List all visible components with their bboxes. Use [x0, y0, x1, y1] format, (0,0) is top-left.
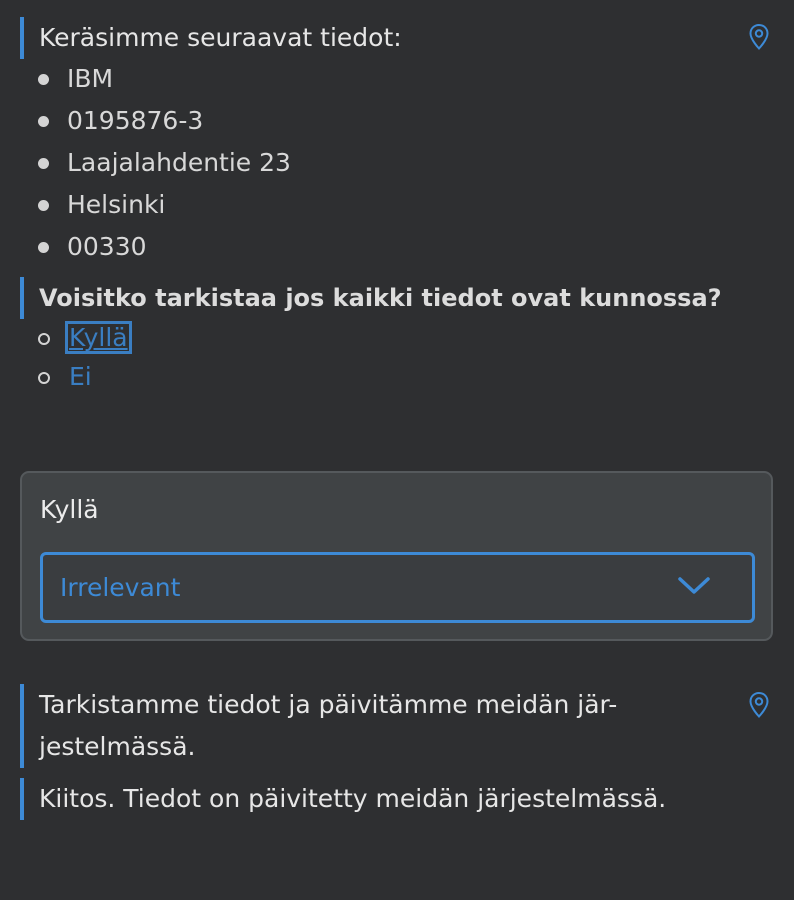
list-item: Helsinki: [36, 184, 291, 226]
list-item: Laajalahdentie 23: [36, 142, 291, 184]
collected-info-list: IBM 0195876-3 Laajalahdentie 23 Helsinki…: [36, 58, 291, 268]
bullet-icon: [38, 242, 49, 253]
option-yes-link[interactable]: Kyllä: [65, 321, 132, 354]
circle-bullet-icon: [38, 333, 50, 345]
bullet-icon: [38, 116, 49, 127]
bot-question: Voisitko tarkistaa jos kaikki tiedot ova…: [20, 277, 722, 319]
chevron-down-icon[interactable]: [678, 576, 710, 596]
option-item-kylla: Kyllä: [36, 318, 132, 357]
bot-message-thanks: Kiitos. Tiedot on päivitetty meidän järj…: [20, 778, 666, 820]
bullet-icon: [38, 200, 49, 211]
list-item: 0195876-3: [36, 100, 291, 142]
location-pin-icon[interactable]: [748, 23, 770, 51]
list-item: IBM: [36, 58, 291, 100]
dropdown-select[interactable]: Irrelevant: [40, 552, 755, 623]
chat-page: Keräsimme seuraavat tiedot: IBM 0195876-…: [0, 0, 794, 900]
message-line: Tarkistamme tiedot ja päivitämme meidän …: [39, 690, 618, 719]
message-line: jestelmässä.: [39, 732, 196, 761]
option-item-ei: Ei: [36, 357, 130, 396]
answer-options: Kyllä Ei: [36, 318, 132, 396]
response-card: Kyllä Irrelevant: [20, 471, 773, 641]
bot-message-collected-info: Keräsimme seuraavat tiedot:: [20, 17, 402, 59]
list-item: 00330: [36, 226, 291, 268]
bullet-icon: [38, 158, 49, 169]
bot-message-checking: Tarkistamme tiedot ja päivitämme meidän …: [20, 684, 617, 768]
message-intro-text: Keräsimme seuraavat tiedot:: [39, 23, 402, 52]
message-text: Kiitos. Tiedot on päivitetty meidän järj…: [39, 784, 667, 813]
bullet-icon: [38, 74, 49, 85]
card-title: Kyllä: [40, 495, 99, 524]
location-pin-icon[interactable]: [748, 691, 770, 719]
option-no-link[interactable]: Ei: [67, 362, 94, 391]
question-text: Voisitko tarkistaa jos kaikki tiedot ova…: [39, 284, 722, 312]
circle-bullet-icon: [38, 372, 50, 384]
dropdown-value: Irrelevant: [60, 573, 181, 602]
